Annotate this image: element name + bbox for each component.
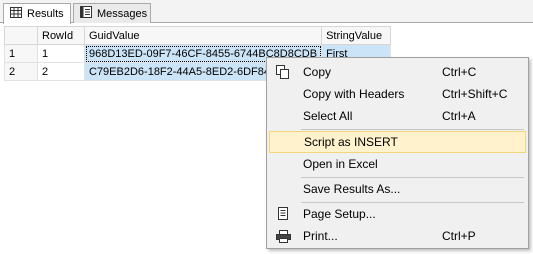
menu-item-label: Page Setup... — [303, 207, 376, 221]
menu-item-print[interactable]: Print... Ctrl+P — [269, 225, 526, 247]
tab-results[interactable]: Results — [3, 3, 71, 24]
results-tabstrip: Results Messages — [0, 0, 533, 24]
copy-icon — [269, 65, 297, 79]
row-number[interactable]: 1 — [4, 44, 38, 63]
menu-item-label: Select All — [303, 109, 353, 123]
page-setup-icon — [269, 207, 297, 221]
menu-item-script-as-insert[interactable]: Script as INSERT — [269, 131, 526, 153]
menu-item-save-results-as[interactable]: Save Results As... — [269, 178, 526, 200]
menu-item-open-in-excel[interactable]: Open in Excel — [269, 153, 526, 175]
menu-separator — [301, 129, 524, 130]
cell-rowid[interactable]: 1 — [37, 44, 85, 63]
grid-corner[interactable] — [4, 26, 38, 45]
menu-item-shortcut: Ctrl+Shift+C — [442, 87, 508, 101]
menu-item-copy[interactable]: Copy Ctrl+C — [269, 61, 526, 83]
tab-messages-label: Messages — [97, 7, 148, 20]
column-header-guidvalue[interactable]: GuidValue — [83, 26, 323, 45]
messages-icon — [80, 6, 92, 21]
menu-item-label: Script as INSERT — [304, 135, 398, 149]
menu-item-shortcut: Ctrl+P — [442, 229, 476, 243]
row-number[interactable]: 2 — [4, 62, 38, 81]
menu-item-shortcut: Ctrl+A — [442, 109, 476, 123]
tab-results-label: Results — [27, 8, 64, 20]
column-header-rowid[interactable]: RowId — [37, 26, 85, 45]
menu-item-label: Save Results As... — [303, 182, 401, 196]
grid-header-row: RowId GuidValue StringValue — [4, 26, 392, 45]
menu-item-copy-with-headers[interactable]: Copy with Headers Ctrl+Shift+C — [269, 83, 526, 105]
menu-item-select-all[interactable]: Select All Ctrl+A — [269, 105, 526, 127]
menu-item-label: Copy with Headers — [303, 87, 405, 101]
printer-icon — [269, 229, 297, 243]
cell-rowid[interactable]: 2 — [37, 62, 85, 81]
column-header-stringvalue[interactable]: StringValue — [321, 26, 392, 45]
menu-item-shortcut: Ctrl+C — [442, 65, 477, 79]
menu-item-page-setup[interactable]: Page Setup... — [269, 203, 526, 225]
menu-item-label: Copy — [303, 65, 332, 79]
menu-item-label: Print... — [303, 229, 338, 243]
menu-item-label: Open in Excel — [303, 157, 378, 171]
context-menu: Copy Ctrl+C Copy with Headers Ctrl+Shift… — [266, 57, 529, 249]
tab-messages[interactable]: Messages — [73, 3, 151, 23]
grid-icon — [10, 7, 22, 21]
